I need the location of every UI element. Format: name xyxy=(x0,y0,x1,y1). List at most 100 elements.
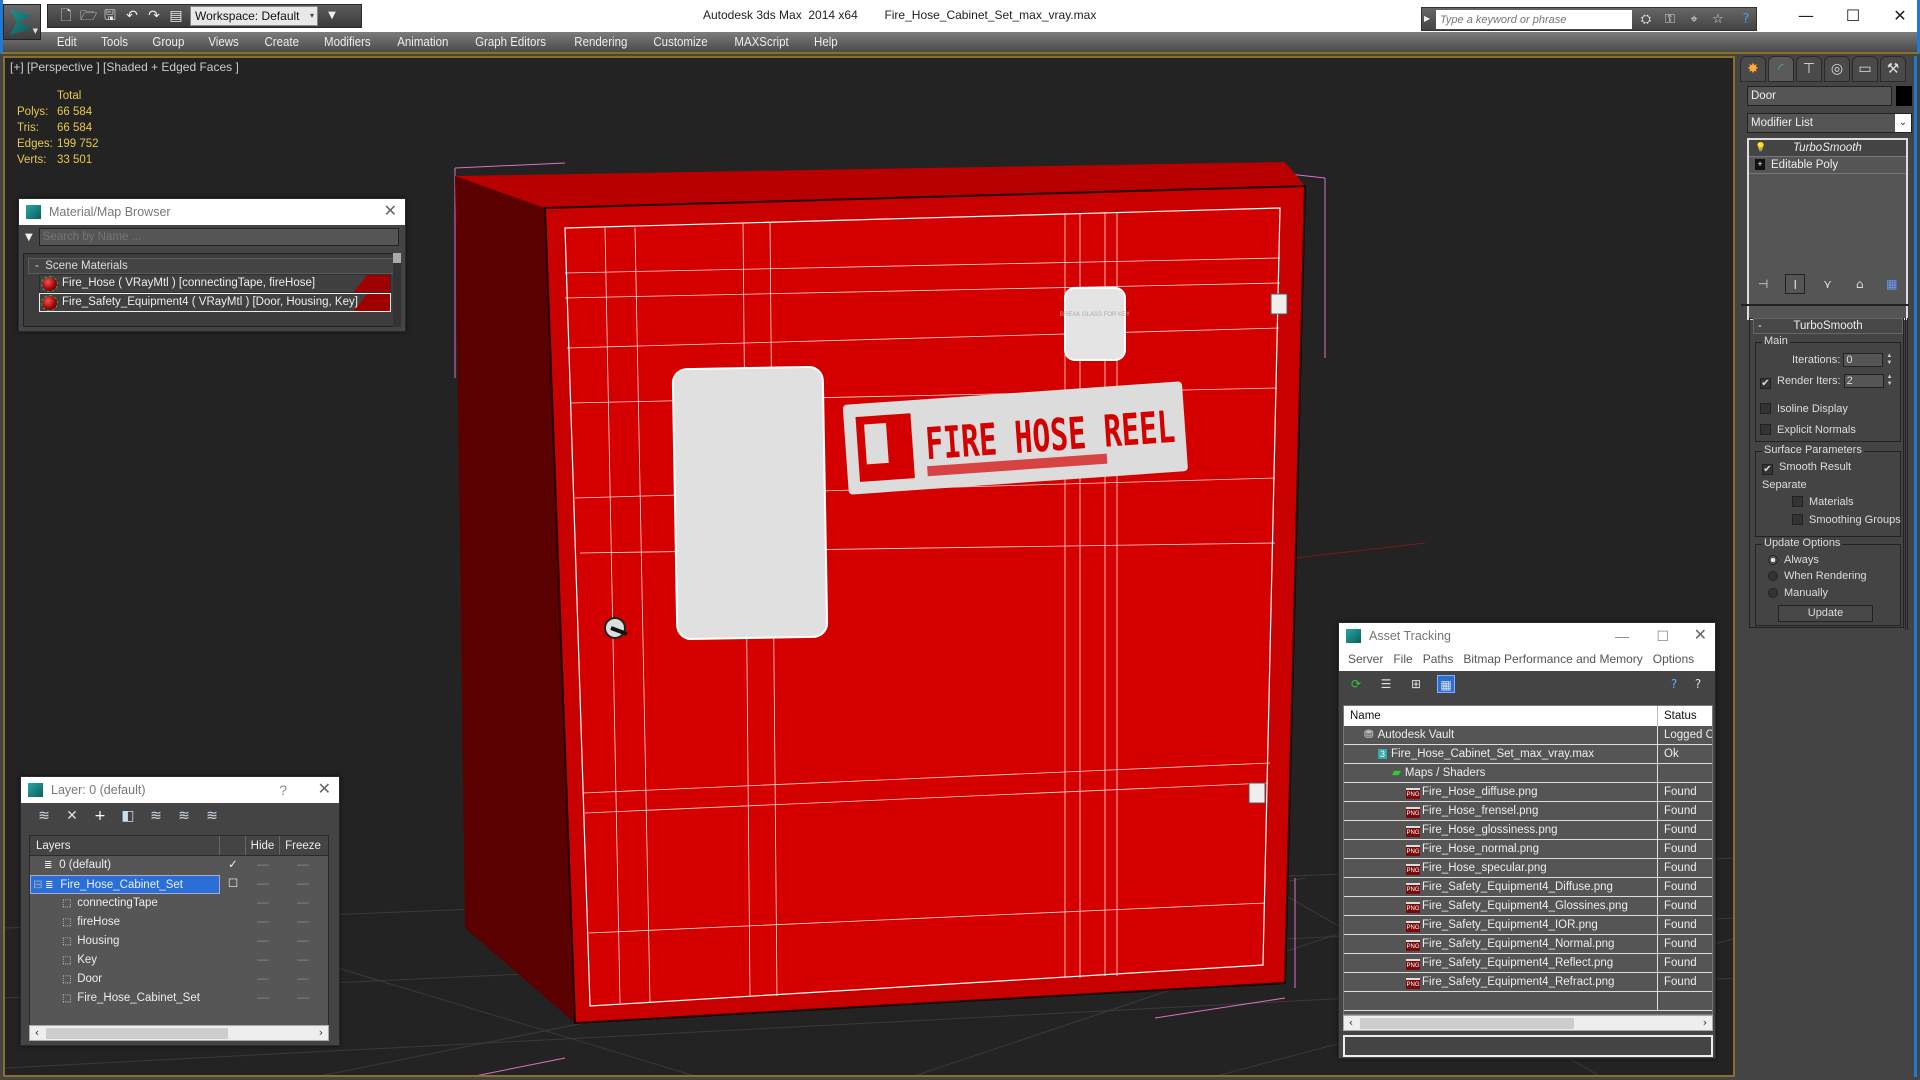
update-button[interactable]: Update xyxy=(1778,605,1873,622)
vault-help-icon[interactable]: ? xyxy=(1665,675,1683,693)
asset-row[interactable]: 3 Fire_Hose_Cabinet_Set_max_vray.max Ok xyxy=(1344,745,1712,764)
create-layer-icon[interactable]: ≋ xyxy=(35,807,53,825)
asset-row[interactable]: PNG Fire_Hose_specular.png Found xyxy=(1344,859,1712,878)
layer-row[interactable]: ≣ 0 (default) ✓ — — xyxy=(30,856,328,875)
layer-name-cell[interactable]: ⬚ Fire_Hose_Cabinet_Set xyxy=(30,989,220,1008)
always-radio[interactable] xyxy=(1768,555,1778,565)
current-layer-toggle[interactable] xyxy=(220,894,246,913)
menu-edit[interactable]: Edit xyxy=(47,34,87,51)
asset-row[interactable]: ⛃ Autodesk Vault Logged O xyxy=(1344,726,1712,745)
list-view-icon[interactable]: ☰ xyxy=(1377,675,1395,693)
menu-views[interactable]: Views xyxy=(199,34,250,51)
menu-bitmap-performance[interactable]: Bitmap Performance and Memory xyxy=(1458,649,1647,671)
new-file-icon[interactable]: 🗋 xyxy=(58,8,74,24)
panel-titlebar[interactable]: Material/Map Browser ✕ xyxy=(19,199,405,225)
layer-name-cell[interactable]: ⬚ connectingTape xyxy=(30,894,220,913)
asset-row[interactable]: PNG Fire_Hose_normal.png Found xyxy=(1344,840,1712,859)
when-rendering-radio[interactable] xyxy=(1768,571,1778,581)
collapse-toggle[interactable]: - xyxy=(35,260,39,272)
object-name-field[interactable]: Door xyxy=(1747,86,1892,106)
material-item-fire-safety-equipment4[interactable]: Fire_Safety_Equipment4 ( VRayMtl ) [Door… xyxy=(39,293,391,312)
customize-qat-icon[interactable]: ▼ xyxy=(324,8,340,24)
motion-tab-icon[interactable]: ◎ xyxy=(1824,56,1850,82)
menu-options[interactable]: Options xyxy=(1648,649,1699,671)
scene-materials-group[interactable]: - Scene Materials xyxy=(28,258,398,274)
minimize-button[interactable]: — xyxy=(1615,623,1629,649)
create-tab-icon[interactable]: ✸ xyxy=(1740,56,1766,82)
scrollbar-thumb[interactable] xyxy=(1360,1018,1574,1029)
layer-name-cell[interactable]: ⊟ ≣ Fire_Hose_Cabinet_Set xyxy=(30,875,220,894)
menu-graph-editors[interactable]: Graph Editors xyxy=(465,34,556,51)
delete-layer-icon[interactable]: ✕ xyxy=(63,807,81,825)
material-item-fire-hose[interactable]: Fire_Hose ( VRayMtl ) [connectingTape, f… xyxy=(39,274,391,293)
column-freeze[interactable]: Freeze xyxy=(280,836,326,855)
viewport-label[interactable]: [+] [Perspective ] [Shaded + Edged Faces… xyxy=(10,60,239,74)
scroll-left-icon[interactable]: ‹ xyxy=(1344,1016,1358,1030)
menu-maxscript[interactable]: MAXScript xyxy=(725,34,800,51)
layer-object-row[interactable]: ⬚ Housing — — xyxy=(30,932,328,951)
collapse-icon[interactable]: ⊟ xyxy=(33,876,43,893)
save-icon[interactable]: 🖫 xyxy=(102,8,118,24)
current-layer-toggle[interactable] xyxy=(220,951,246,970)
hide-toggle[interactable]: — xyxy=(246,894,280,913)
help-icon[interactable]: ? xyxy=(1689,675,1707,693)
redo-icon[interactable]: ↷ xyxy=(146,8,162,24)
column-layers[interactable]: Layers xyxy=(30,836,220,855)
help-icon[interactable]: ? xyxy=(1736,11,1756,29)
menu-modifiers[interactable]: Modifiers xyxy=(314,34,381,51)
menu-animation[interactable]: Animation xyxy=(387,34,458,51)
explicit-normals-checkbox[interactable] xyxy=(1760,424,1771,435)
menu-server[interactable]: Server xyxy=(1343,649,1388,671)
column-current[interactable] xyxy=(220,836,246,855)
maximize-button[interactable]: ☐ xyxy=(1833,4,1873,28)
column-name[interactable]: Name xyxy=(1344,706,1658,726)
hide-toggle[interactable]: — xyxy=(246,951,280,970)
keyword-search-input[interactable] xyxy=(1436,10,1632,29)
utilities-tab-icon[interactable]: ⚒ xyxy=(1880,56,1906,82)
scrollbar-thumb[interactable] xyxy=(46,1028,228,1039)
remove-modifier-icon[interactable]: ⌂ xyxy=(1850,274,1870,294)
add-to-layer-icon[interactable]: + xyxy=(91,807,109,825)
render-iters-checkbox[interactable]: ✔ xyxy=(1760,378,1771,389)
expand-plus-icon[interactable]: + xyxy=(1755,159,1765,170)
hide-toggle[interactable]: — xyxy=(246,875,280,894)
panel-titlebar[interactable]: Asset Tracking — ☐ ✕ xyxy=(1339,623,1715,649)
horizontal-scrollbar[interactable]: ‹ › xyxy=(29,1025,329,1041)
close-button[interactable]: ✕ xyxy=(1880,4,1920,28)
spinner-arrows-icon[interactable]: ▲ ▼ xyxy=(1885,353,1893,367)
menu-paths[interactable]: Paths xyxy=(1418,649,1459,671)
freeze-toggle[interactable]: — xyxy=(280,894,326,913)
binoculars-icon[interactable]: ⛭ xyxy=(1636,11,1656,29)
menu-file[interactable]: File xyxy=(1388,649,1417,671)
table-view-icon[interactable]: ▦ xyxy=(1437,675,1455,693)
lightbulb-icon[interactable]: 💡 xyxy=(1755,142,1766,153)
close-icon[interactable]: ✕ xyxy=(1694,623,1707,649)
horizontal-scrollbar[interactable]: ‹ › xyxy=(1343,1015,1713,1031)
layer-name-cell[interactable]: ⬚ Door xyxy=(30,970,220,989)
spinner-arrows-icon[interactable]: ▲ ▼ xyxy=(1886,374,1894,388)
key-icon[interactable]: ⚿ xyxy=(1660,11,1680,29)
hierarchy-tab-icon[interactable]: ⊤ xyxy=(1796,56,1822,82)
layer-object-row[interactable]: ⬚ Fire_Hose_Cabinet_Set — — xyxy=(30,989,328,1008)
freeze-toggle[interactable]: — xyxy=(280,951,326,970)
maximize-button[interactable]: ☐ xyxy=(1656,623,1669,649)
panel-titlebar[interactable]: Layer: 0 (default) ? ✕ xyxy=(21,777,339,803)
current-layer-toggle[interactable] xyxy=(220,913,246,932)
object-color-swatch[interactable] xyxy=(1896,86,1912,106)
asset-row[interactable]: PNG Fire_Safety_Equipment4_Diffuse.png Fou… xyxy=(1344,878,1712,897)
freeze-toggle[interactable]: — xyxy=(280,932,326,951)
open-file-icon[interactable]: 🗁 xyxy=(80,8,97,24)
options-menu-icon[interactable]: ▼ xyxy=(25,232,33,243)
collapse-toggle[interactable]: - xyxy=(1758,319,1762,333)
smoothing-groups-checkbox[interactable] xyxy=(1792,514,1803,525)
satellite-icon[interactable]: ⌖ xyxy=(1684,11,1704,29)
select-objects-icon[interactable]: ◧ xyxy=(119,807,137,825)
close-icon[interactable]: ✕ xyxy=(384,199,397,225)
menu-group[interactable]: Group xyxy=(142,34,194,51)
column-hide[interactable]: Hide xyxy=(246,836,280,855)
layer-name-cell[interactable]: ⬚ fireHose xyxy=(30,913,220,932)
stack-item-editable-poly[interactable]: + Editable Poly xyxy=(1749,157,1906,174)
project-folder-icon[interactable]: ▤ xyxy=(168,8,184,24)
make-unique-icon[interactable]: ⋎ xyxy=(1817,274,1837,294)
menu-tools[interactable]: Tools xyxy=(91,34,138,51)
